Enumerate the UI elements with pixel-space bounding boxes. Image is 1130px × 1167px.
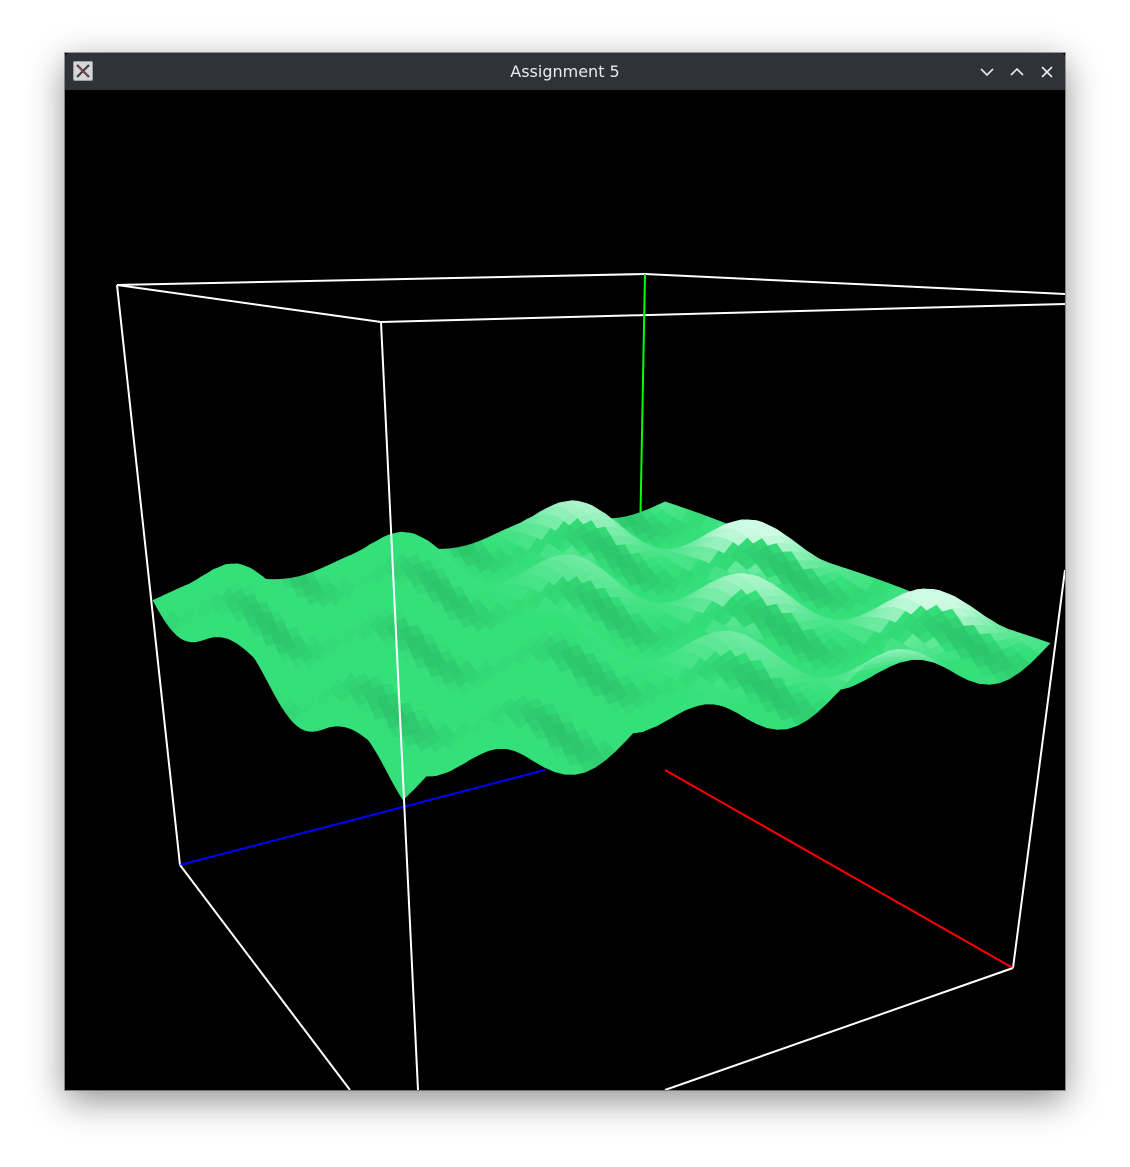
z-axis-line bbox=[179, 769, 546, 866]
box-edge bbox=[116, 284, 382, 323]
x-axis-line bbox=[664, 769, 1014, 969]
y-axis-line bbox=[639, 273, 646, 541]
minimize-button[interactable] bbox=[976, 61, 998, 83]
title-bar[interactable]: Assignment 5 bbox=[65, 53, 1065, 90]
box-edge bbox=[644, 273, 1065, 295]
box-edge bbox=[179, 864, 351, 1090]
box-edge bbox=[380, 303, 1065, 323]
box-edge bbox=[116, 273, 646, 286]
chevron-down-icon bbox=[980, 68, 994, 77]
3d-scene bbox=[116, 273, 1065, 1090]
chevron-up-icon bbox=[1010, 67, 1024, 76]
box-edge bbox=[1012, 569, 1065, 969]
maximize-button[interactable] bbox=[1006, 61, 1028, 83]
box-edge bbox=[116, 284, 181, 866]
close-button[interactable] bbox=[1036, 61, 1058, 83]
wave-surface bbox=[152, 500, 1051, 801]
close-icon bbox=[1041, 66, 1053, 78]
window-title: Assignment 5 bbox=[510, 62, 620, 81]
box-edge bbox=[664, 967, 1014, 1090]
opengl-viewport[interactable] bbox=[65, 90, 1065, 1090]
app-window: Assignment 5 bbox=[65, 53, 1065, 1090]
